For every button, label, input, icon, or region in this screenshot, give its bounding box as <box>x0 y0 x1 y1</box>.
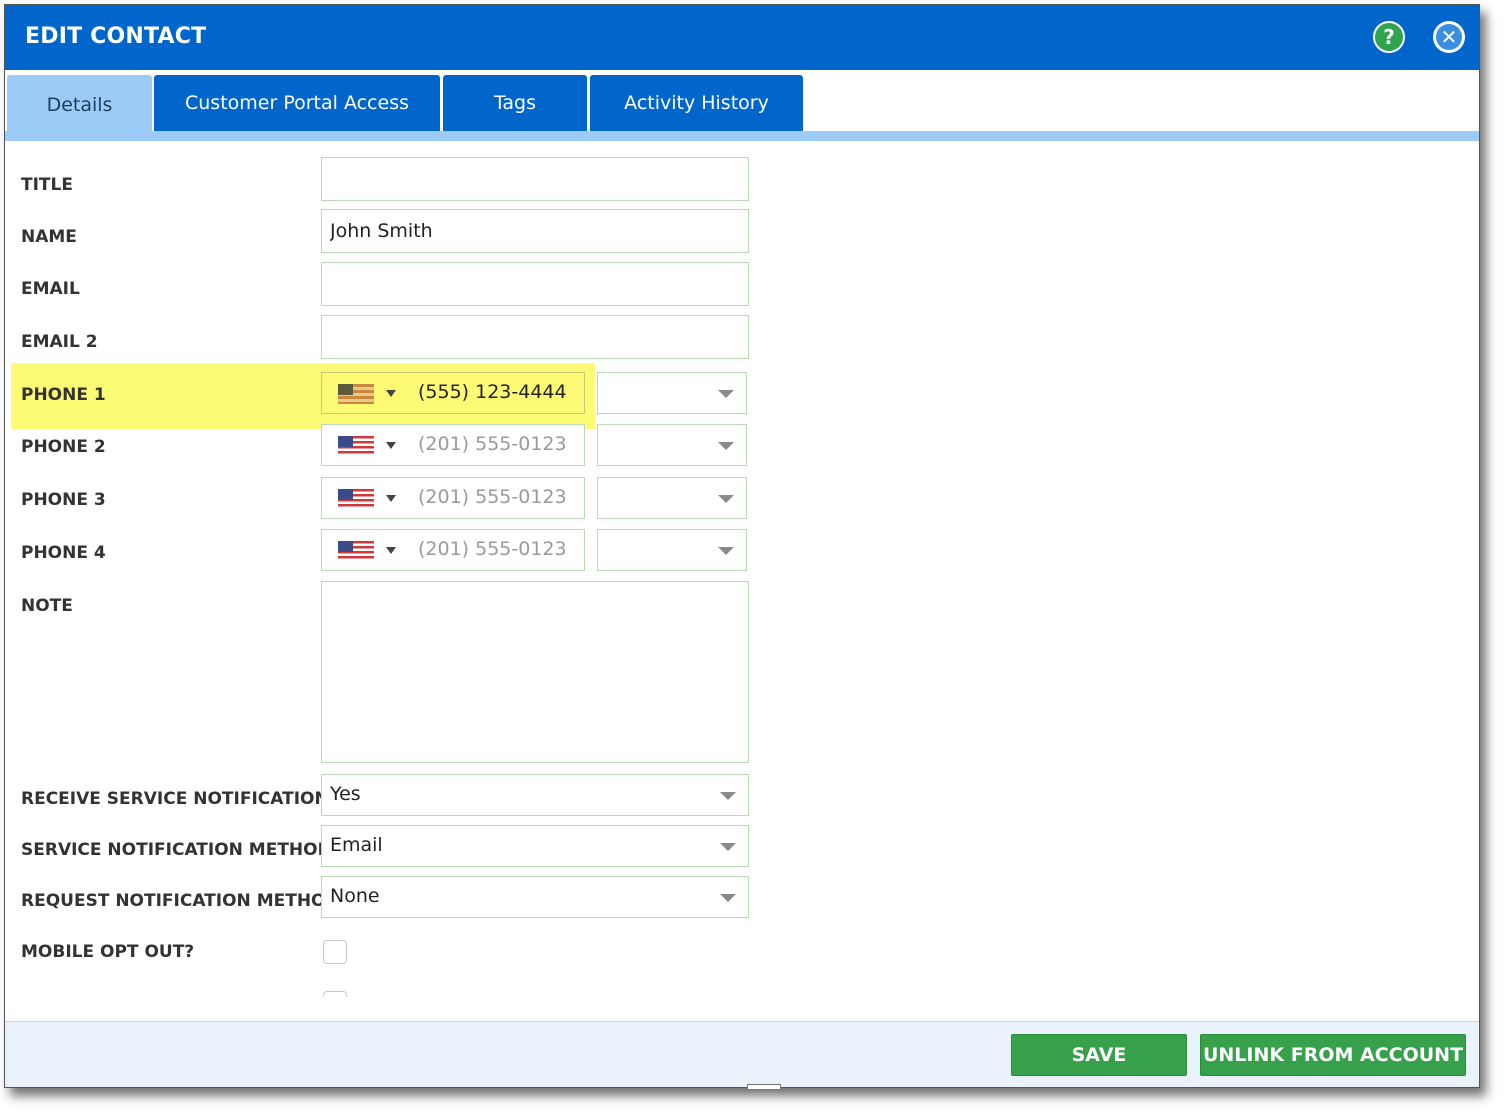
chevron-down-icon <box>718 390 734 398</box>
service-method-label: SERVICE NOTIFICATION METHOD <box>21 840 332 860</box>
phone2-placeholder: (201) 555-0123 <box>418 433 567 455</box>
title-input[interactable] <box>321 157 749 201</box>
dialog-footer: SAVE UNLINK FROM ACCOUNT <box>5 1021 1479 1087</box>
close-icon[interactable]: ✕ <box>1433 21 1465 53</box>
tab-customer-portal-access[interactable]: Customer Portal Access <box>154 75 440 131</box>
us-flag-icon[interactable] <box>338 489 374 509</box>
chevron-down-icon <box>718 495 734 503</box>
phone4-input[interactable]: (201) 555-0123 <box>321 529 585 571</box>
phone2-input[interactable]: (201) 555-0123 <box>321 424 585 466</box>
phone1-value: (555) 123-4444 <box>418 381 567 403</box>
us-flag-icon[interactable] <box>338 436 374 456</box>
mobile-opt-out-checkbox[interactable] <box>323 940 347 964</box>
phone1-type-select[interactable] <box>597 372 747 414</box>
dialog-titlebar: EDIT CONTACT ? ✕ <box>5 5 1479 70</box>
name-input[interactable] <box>321 209 749 253</box>
receive-notifications-value: Yes <box>330 783 361 805</box>
chevron-down-icon <box>720 894 736 902</box>
email2-label: EMAIL 2 <box>21 332 98 352</box>
mobile-opt-out-label: MOBILE OPT OUT? <box>21 942 195 962</box>
phone1-label: PHONE 1 <box>21 385 106 405</box>
email2-input[interactable] <box>321 315 749 359</box>
country-caret-icon <box>386 390 396 397</box>
country-caret-icon <box>386 547 396 554</box>
tab-tags[interactable]: Tags <box>443 75 587 131</box>
phone3-label: PHONE 3 <box>21 490 106 510</box>
tab-details[interactable]: Details <box>7 75 152 135</box>
phone1-input[interactable]: (555) 123-4444 <box>321 372 585 414</box>
phone3-input[interactable]: (201) 555-0123 <box>321 477 585 519</box>
details-form: TITLE NAME EMAIL EMAIL 2 PHONE 1 (555) 1… <box>5 141 1479 1021</box>
chevron-down-icon <box>720 792 736 800</box>
chevron-down-icon <box>718 547 734 555</box>
service-method-select[interactable]: Email <box>321 825 749 867</box>
note-label: NOTE <box>21 596 73 616</box>
chevron-down-icon <box>718 442 734 450</box>
phone3-type-select[interactable] <box>597 477 747 519</box>
title-label: TITLE <box>21 175 73 195</box>
tab-activity-history[interactable]: Activity History <box>590 75 803 131</box>
chevron-down-icon <box>720 843 736 851</box>
country-caret-icon <box>386 442 396 449</box>
us-flag-icon[interactable] <box>338 541 374 561</box>
email-input[interactable] <box>321 262 749 306</box>
phone2-type-select[interactable] <box>597 424 747 466</box>
note-textarea[interactable] <box>321 581 749 763</box>
tab-underline <box>5 131 1479 141</box>
email-label: EMAIL <box>21 279 80 299</box>
hidden-checkbox-partial[interactable] <box>323 991 347 997</box>
receive-notifications-select[interactable]: Yes <box>321 774 749 816</box>
receive-notifications-label: RECEIVE SERVICE NOTIFICATIONS <box>21 789 341 809</box>
help-icon[interactable]: ? <box>1373 21 1405 53</box>
phone4-placeholder: (201) 555-0123 <box>418 538 567 560</box>
resize-handle[interactable] <box>747 1084 781 1090</box>
request-method-label: REQUEST NOTIFICATION METHOD <box>21 891 340 911</box>
phone4-label: PHONE 4 <box>21 543 106 563</box>
edit-contact-dialog: EDIT CONTACT ? ✕ Details Customer Portal… <box>4 4 1480 1088</box>
tab-bar: Details Customer Portal Access Tags Acti… <box>5 75 1479 141</box>
dialog-title: EDIT CONTACT <box>25 24 207 49</box>
country-caret-icon <box>386 495 396 502</box>
save-button[interactable]: SAVE <box>1011 1034 1187 1076</box>
phone2-label: PHONE 2 <box>21 437 106 457</box>
close-glyph: ✕ <box>1436 24 1462 50</box>
us-flag-icon[interactable] <box>338 384 374 404</box>
name-label: NAME <box>21 227 77 247</box>
request-method-select[interactable]: None <box>321 876 749 918</box>
phone4-type-select[interactable] <box>597 529 747 571</box>
service-method-value: Email <box>330 834 383 856</box>
unlink-from-account-button[interactable]: UNLINK FROM ACCOUNT <box>1200 1034 1466 1076</box>
request-method-value: None <box>330 885 380 907</box>
phone3-placeholder: (201) 555-0123 <box>418 486 567 508</box>
